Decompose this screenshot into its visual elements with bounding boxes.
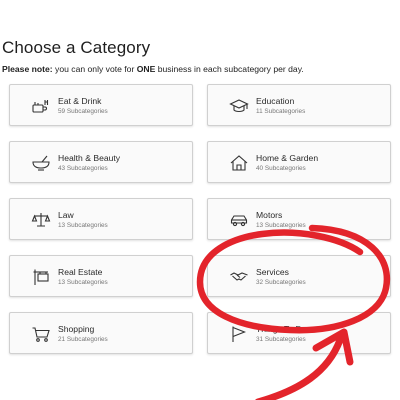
- category-count: 13 Subcategories: [58, 279, 108, 286]
- category-count: 43 Subcategories: [58, 165, 108, 172]
- category-name: Motors: [256, 210, 283, 220]
- category-count: 40 Subcategories: [256, 165, 306, 172]
- note-text-2: business in each subcategory per day.: [155, 64, 304, 74]
- category-name: Education: [256, 96, 295, 106]
- category-count: 59 Subcategories: [58, 108, 108, 115]
- house-icon: [229, 153, 249, 173]
- category-name: Home & Garden: [256, 153, 319, 163]
- category-count: 13 Subcategories: [256, 222, 306, 229]
- graduation-cap-icon: [229, 96, 249, 116]
- category-card-services[interactable]: Services 32 Subcategories: [207, 255, 391, 297]
- category-card-shopping[interactable]: Shopping 21 Subcategories: [9, 312, 193, 354]
- flag-icon: [229, 324, 249, 344]
- note-label: Please note:: [2, 64, 53, 74]
- category-page: Choose a Category Please note: you can o…: [0, 0, 400, 400]
- category-name: Health & Beauty: [58, 153, 121, 163]
- category-card-law[interactable]: Law 13 Subcategories: [9, 198, 193, 240]
- category-card-real-estate[interactable]: Real Estate 13 Subcategories: [9, 255, 193, 297]
- category-name: Services: [256, 267, 289, 277]
- category-count: 11 Subcategories: [256, 108, 306, 115]
- scales-icon: [31, 210, 51, 230]
- category-card-motors[interactable]: Motors 13 Subcategories: [207, 198, 391, 240]
- category-card-health-beauty[interactable]: Health & Beauty 43 Subcategories: [9, 141, 193, 183]
- category-name: Law: [58, 210, 74, 220]
- category-count: 32 Subcategories: [256, 279, 306, 286]
- category-count: 31 Subcategories: [256, 336, 306, 343]
- category-name: Shopping: [58, 324, 95, 334]
- category-card-home-garden[interactable]: Home & Garden 40 Subcategories: [207, 141, 391, 183]
- category-count: 21 Subcategories: [58, 336, 108, 343]
- note-text-1: you can only vote for: [52, 64, 137, 74]
- category-card-eat-drink[interactable]: Eat & Drink 59 Subcategories: [9, 84, 193, 126]
- category-name: Eat & Drink: [58, 96, 102, 106]
- sign-post-icon: [31, 267, 51, 287]
- category-name: Things To Do: [256, 324, 307, 334]
- mortar-pestle-icon: [31, 153, 51, 173]
- vote-notice: Please note: you can only vote for ONE b…: [2, 64, 304, 74]
- category-card-things-to-do[interactable]: Things To Do 31 Subcategories: [207, 312, 391, 354]
- handshake-icon: [229, 267, 249, 287]
- note-emphasis: ONE: [136, 64, 156, 74]
- category-count: 13 Subcategories: [58, 222, 108, 229]
- category-name: Real Estate: [58, 267, 103, 277]
- shopping-cart-icon: [31, 324, 51, 344]
- food-drink-icon: [31, 96, 51, 116]
- category-card-education[interactable]: Education 11 Subcategories: [207, 84, 391, 126]
- car-icon: [229, 210, 249, 230]
- page-title: Choose a Category: [2, 38, 151, 57]
